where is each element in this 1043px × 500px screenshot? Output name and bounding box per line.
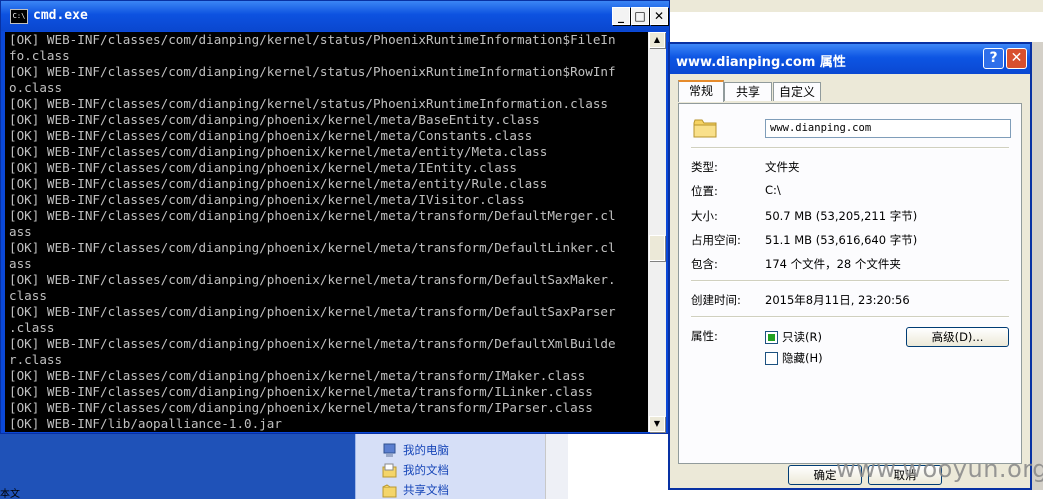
- console-icon: C:\: [10, 9, 28, 24]
- console-line: r.class: [9, 352, 63, 367]
- explorer-taskpane: [0, 432, 355, 499]
- console-output[interactable]: [OK] WEB-INF/classes/com/dianping/kernel…: [5, 32, 648, 432]
- explorer-item-my-documents[interactable]: 我的文档: [382, 462, 449, 478]
- scroll-thumb[interactable]: [649, 235, 665, 261]
- size-label: 大小:: [691, 209, 718, 223]
- size-on-disk-label: 占用空间:: [691, 233, 741, 247]
- type-label: 类型:: [691, 160, 718, 174]
- properties-dialog[interactable]: www.dianping.com 属性 ? ✕ 常规 共享 自定义 www.di…: [668, 42, 1032, 490]
- scroll-up-arrow-icon[interactable]: ▲: [649, 32, 665, 48]
- shared-folder-icon: [382, 483, 397, 497]
- console-line: [OK] WEB-INF/classes/com/dianping/phoeni…: [9, 208, 616, 223]
- maximize-button[interactable]: □: [631, 7, 649, 25]
- created-value: 2015年8月11日, 23:20:56: [765, 293, 910, 307]
- console-line: class: [9, 288, 47, 303]
- console-line: [OK] WEB-INF/classes/com/dianping/phoeni…: [9, 176, 548, 191]
- console-line: [OK] WEB-INF/classes/com/dianping/phoeni…: [9, 368, 586, 383]
- dialog-close-button[interactable]: ✕: [1006, 48, 1027, 69]
- documents-icon: [382, 463, 397, 477]
- console-line: [OK] WEB-INF/classes/com/dianping/phoeni…: [9, 400, 593, 415]
- scroll-down-arrow-icon[interactable]: ▼: [649, 416, 665, 432]
- explorer-scrollbar[interactable]: [545, 432, 568, 499]
- background-text: 本文: [0, 489, 20, 500]
- console-line: [OK] WEB-INF/classes/com/dianping/phoeni…: [9, 160, 517, 175]
- dialog-title: www.dianping.com 属性: [676, 55, 846, 70]
- console-line: [OK] WEB-INF/classes/com/dianping/kernel…: [9, 32, 616, 47]
- explorer-item-label: 共享文档: [403, 483, 449, 497]
- divider: [691, 147, 1009, 149]
- tab-general[interactable]: 常规: [678, 80, 724, 102]
- readonly-checkbox[interactable]: 只读(R): [765, 329, 822, 345]
- help-button[interactable]: ?: [983, 48, 1004, 69]
- background-window-edge: [1032, 42, 1043, 490]
- properties-titlebar[interactable]: www.dianping.com 属性 ? ✕: [670, 44, 1030, 74]
- console-line: .class: [9, 320, 55, 335]
- location-label: 位置:: [691, 184, 718, 198]
- size-on-disk-value: 51.1 MB (53,616,640 字节): [765, 233, 918, 247]
- folder-name-field[interactable]: www.dianping.com: [765, 119, 1011, 138]
- console-line: [OK] WEB-INF/classes/com/dianping/phoeni…: [9, 240, 616, 255]
- attributes-label: 属性:: [691, 329, 718, 343]
- explorer-item-label: 我的电脑: [403, 443, 449, 457]
- explorer-item-my-computer[interactable]: 我的电脑: [382, 442, 449, 458]
- tab-sharing[interactable]: 共享: [724, 82, 772, 101]
- background-window-strip: [655, 0, 1043, 12]
- computer-icon: [383, 443, 396, 457]
- tab-customize[interactable]: 自定义: [773, 82, 821, 101]
- console-scrollbar[interactable]: ▲ ▼: [648, 32, 666, 432]
- cmd-titlebar[interactable]: C:\ cmd.exe _ □ ✕: [1, 1, 669, 31]
- advanced-button[interactable]: 高级(D)...: [906, 327, 1009, 347]
- divider: [691, 316, 1009, 318]
- hidden-checkbox[interactable]: 隐藏(H): [765, 350, 823, 366]
- console-line: ass: [9, 256, 32, 271]
- close-button[interactable]: ✕: [650, 7, 668, 25]
- console-line: [OK] WEB-INF/classes/com/dianping/phoeni…: [9, 384, 593, 399]
- contains-value: 174 个文件，28 个文件夹: [765, 257, 901, 271]
- console-line: [OK] WEB-INF/classes/com/dianping/kernel…: [9, 64, 616, 79]
- size-value: 50.7 MB (53,205,211 字节): [765, 209, 918, 223]
- console-line: [OK] WEB-INF/classes/com/dianping/kernel…: [9, 96, 608, 111]
- created-label: 创建时间:: [691, 293, 741, 307]
- console-line: [OK] WEB-INF/classes/com/dianping/phoeni…: [9, 192, 525, 207]
- explorer-item-shared-documents[interactable]: 共享文档: [382, 482, 449, 498]
- checkbox-box[interactable]: [765, 330, 778, 344]
- checkbox-box[interactable]: [765, 351, 778, 365]
- console-line: o.class: [9, 80, 63, 95]
- readonly-label: 只读(R): [782, 330, 822, 344]
- console-line: [OK] WEB-INF/classes/com/dianping/phoeni…: [9, 144, 548, 159]
- console-line: fo.class: [9, 48, 70, 63]
- console-line: [OK] WEB-INF/classes/com/dianping/phoeni…: [9, 304, 616, 319]
- console-line: [OK] WEB-INF/classes/com/dianping/phoeni…: [9, 336, 616, 351]
- explorer-item-label: 我的文档: [403, 463, 449, 477]
- hidden-label: 隐藏(H): [782, 351, 823, 365]
- console-line: [OK] WEB-INF/classes/com/dianping/phoeni…: [9, 112, 540, 127]
- type-value: 文件夹: [765, 160, 800, 174]
- watermark: www.wooyun.org: [836, 455, 1043, 483]
- divider: [691, 280, 1009, 282]
- console-line: [OK] WEB-INF/classes/com/dianping/phoeni…: [9, 272, 616, 287]
- cmd-window[interactable]: C:\ cmd.exe _ □ ✕ [OK] WEB-INF/classes/c…: [0, 0, 670, 434]
- cmd-title: cmd.exe: [33, 8, 88, 23]
- console-line: ass: [9, 224, 32, 239]
- folder-icon: [693, 119, 717, 138]
- console-line: [OK] WEB-INF/classes/com/dianping/phoeni…: [9, 128, 533, 143]
- minimize-button[interactable]: _: [612, 7, 630, 25]
- contains-label: 包含:: [691, 257, 718, 271]
- location-value: C:\: [765, 183, 781, 197]
- general-tab-panel: www.dianping.com 类型: 文件夹 位置: C:\ 大小: 50.…: [678, 103, 1022, 464]
- console-line: [OK] WEB-INF/lib/aopalliance-1.0.jar: [9, 416, 282, 431]
